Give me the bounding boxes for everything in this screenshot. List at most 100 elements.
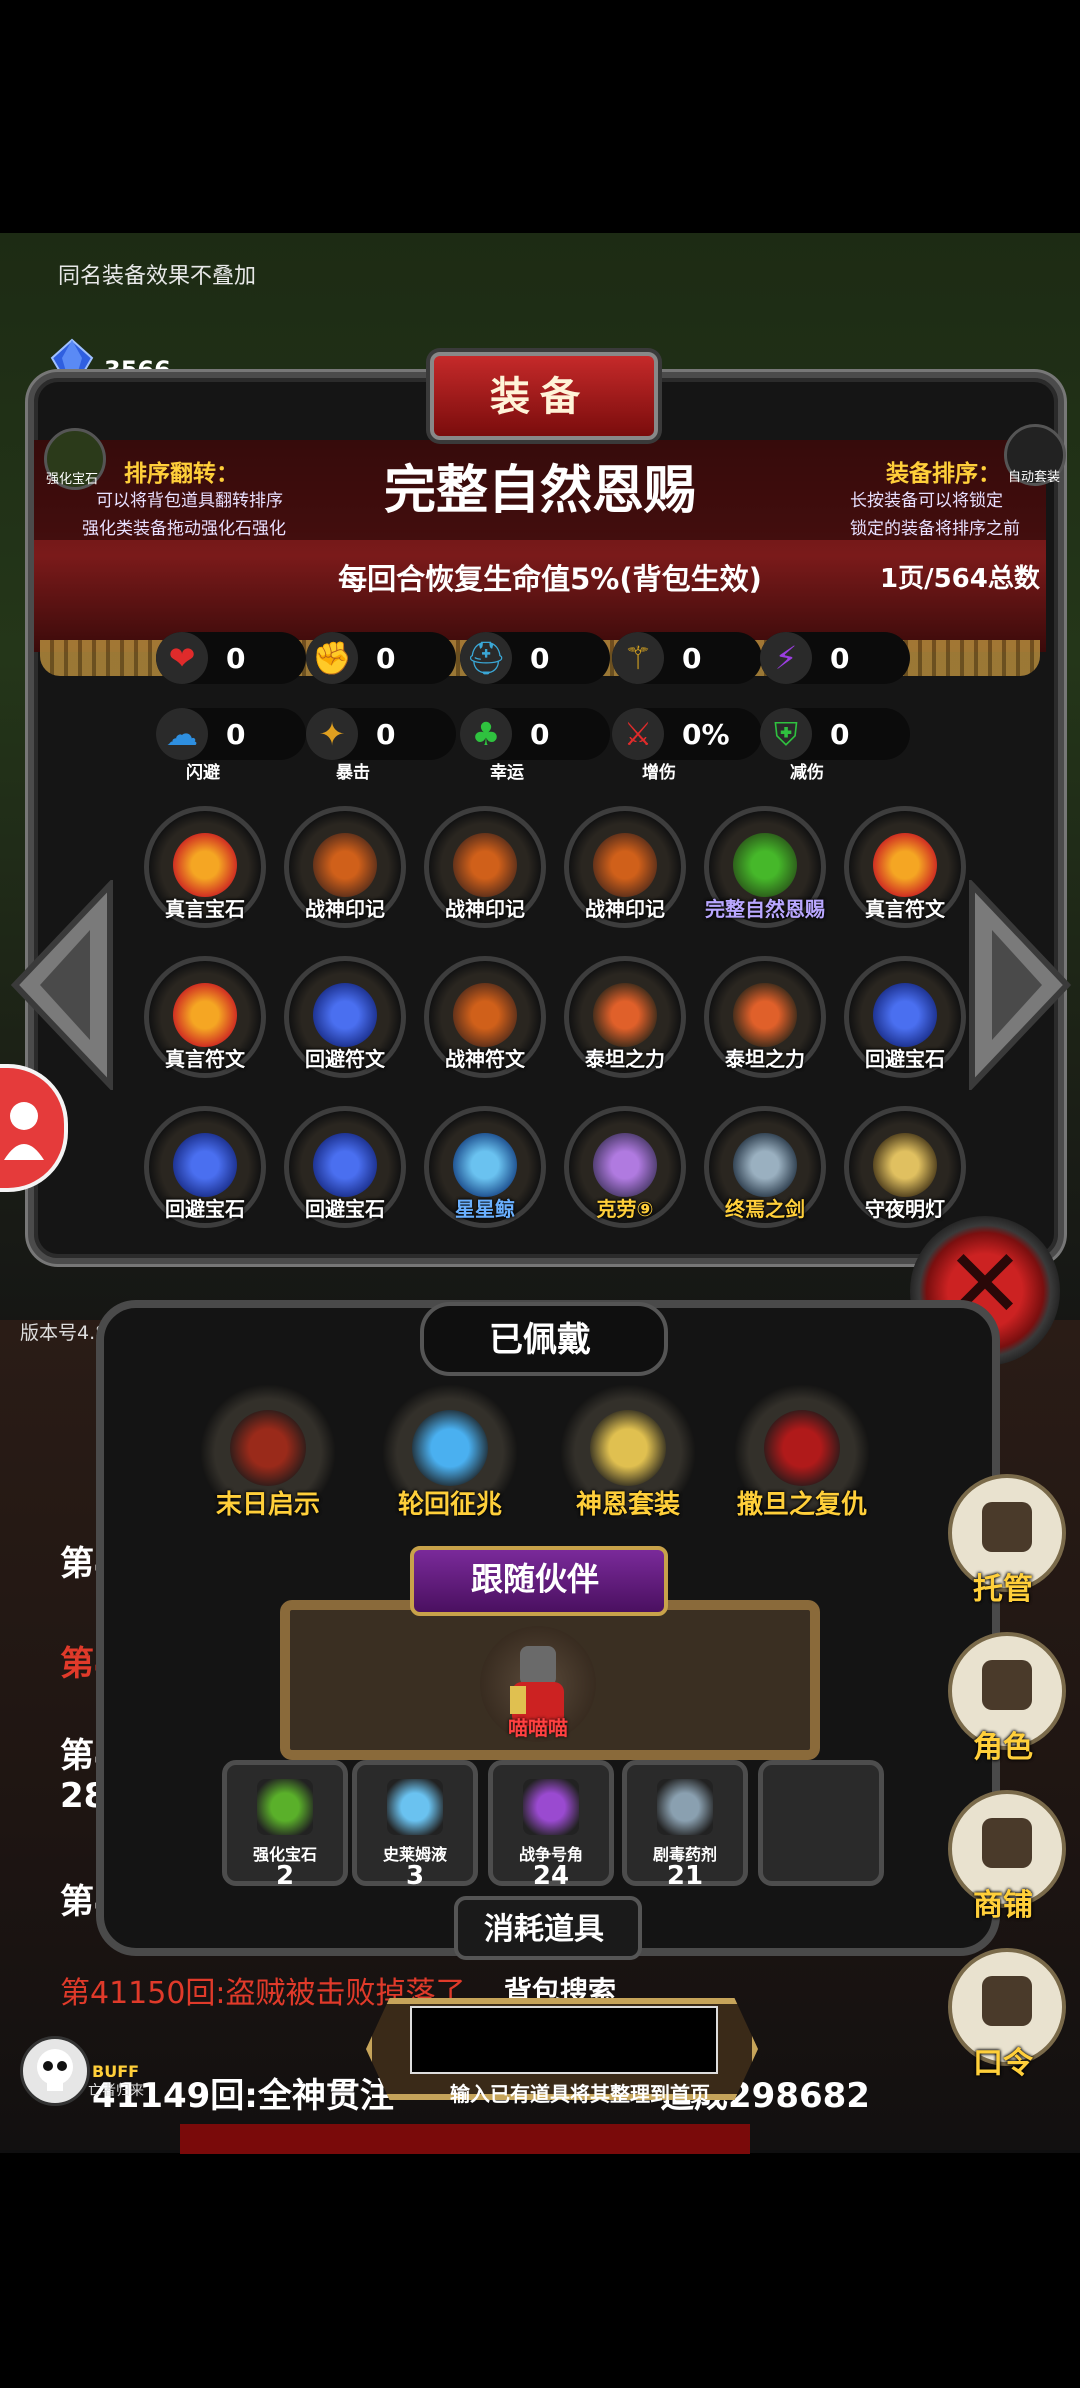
spear-icon: ⚚ (612, 632, 664, 684)
selected-item-name: 完整自然恩赐 (383, 461, 696, 521)
consumable-slot[interactable]: 剧毒药剂 21 (622, 1760, 748, 1891)
stat-value: 0 (376, 642, 396, 675)
helmet-icon: ⛑ (460, 632, 512, 684)
stat-value: 0% (682, 718, 730, 751)
item-label: 星星鲸 (455, 1197, 515, 1221)
search-hint: 输入已有道具将其整理到首页 (450, 2082, 710, 2106)
item-icon (873, 833, 937, 897)
stat-badge: ⛑ 0 (460, 632, 610, 684)
scroll-icon (982, 1976, 1032, 2026)
inventory-slot[interactable]: 回避宝石 (284, 1106, 406, 1228)
inventory-slot[interactable]: 战神印记 (564, 806, 686, 928)
sort-flip-button[interactable]: 排序翻转： (124, 454, 239, 488)
item-icon (313, 983, 377, 1047)
lock-note: 长按装备可以将锁定 (850, 491, 1003, 511)
companion-name: 喵喵喵 (508, 1716, 568, 1740)
item-icon (453, 983, 517, 1047)
inventory-slot[interactable]: 守夜明灯 (844, 1106, 966, 1228)
inventory-slot[interactable]: 泰坦之力 (704, 956, 826, 1078)
item-label: 泰坦之力 (585, 1047, 665, 1071)
consumables-title: 消耗道具 (484, 1912, 604, 1947)
stat-value: 0 (226, 718, 246, 751)
consumable-icon (257, 1779, 313, 1835)
stat-value: 0 (830, 718, 850, 751)
item-icon (453, 1133, 517, 1197)
side-button-label: 口令 (973, 2046, 1033, 2081)
buff-skull-icon[interactable] (20, 2036, 90, 2106)
inventory-slot[interactable]: 泰坦之力 (564, 956, 686, 1078)
item-icon (733, 833, 797, 897)
item-icon (173, 1133, 237, 1197)
item-label: 回避宝石 (165, 1197, 245, 1221)
item-icon (873, 1133, 937, 1197)
consumable-slot[interactable]: 史莱姆液 3 (352, 1760, 478, 1891)
item-icon (733, 983, 797, 1047)
consumable-slot[interactable]: 强化宝石 2 (222, 1760, 348, 1891)
item-label: 终焉之剑 (725, 1197, 805, 1221)
stat-value: 0 (226, 642, 246, 675)
inventory-slot[interactable]: 战神印记 (424, 806, 546, 928)
item-label: 回避宝石 (865, 1047, 945, 1071)
stat-value: 0 (530, 642, 550, 675)
inventory-slot[interactable]: 克劳⑨ (564, 1106, 686, 1228)
avatar-button[interactable] (0, 1064, 68, 1192)
consumable-count: 21 (666, 1861, 704, 1891)
consumable-count: 24 (532, 1861, 570, 1891)
stat-badge: ✦ 0 暴击 (306, 708, 456, 783)
inventory-slot[interactable]: 真言符文 (844, 806, 966, 928)
panel-title: 装备 (490, 374, 590, 420)
item-icon (173, 833, 237, 897)
strength-icon: ✊ (306, 632, 358, 684)
equip-sort-button[interactable]: 装备排序： (886, 454, 1001, 488)
item-icon (313, 833, 377, 897)
inventory-slot[interactable]: 回避符文 (284, 956, 406, 1078)
lock-order-note: 锁定的装备将排序之前 (850, 519, 1020, 539)
item-icon (733, 1133, 797, 1197)
stat-badge: ⛨ 0 减伤 (760, 708, 910, 783)
top-note: 同名装备效果不叠加 (58, 264, 257, 289)
item-icon (173, 983, 237, 1047)
stat-label: 闪避 (186, 763, 220, 783)
inventory-slot[interactable]: 回避宝石 (144, 1106, 266, 1228)
item-icon (313, 1133, 377, 1197)
consumable-count: 3 (405, 1861, 425, 1891)
stat-value: 0 (682, 642, 702, 675)
auto-set-label: 自动套装 (1007, 470, 1060, 485)
side-button-label: 商铺 (973, 1888, 1033, 1923)
item-label: 真言符文 (165, 1047, 245, 1071)
search-input[interactable] (410, 2006, 718, 2074)
inventory-slot[interactable]: 回避宝石 (844, 956, 966, 1078)
equipped-label: 轮回征兆 (397, 1490, 502, 1520)
buff-sub-label: 亡者归来 (88, 2083, 144, 2099)
inventory-slot[interactable]: 完整自然恩赐 (704, 806, 826, 928)
next-page-arrow[interactable] (962, 877, 1072, 1094)
sort-flip-note: 可以将背包道具翻转排序 (96, 491, 283, 511)
inventory-slot[interactable]: 战神符文 (424, 956, 546, 1078)
inventory-slot[interactable]: 星星鲸 (424, 1106, 546, 1228)
stat-label: 暴击 (336, 763, 370, 783)
item-label: 战神印记 (585, 897, 665, 921)
item-label: 克劳⑨ (596, 1197, 654, 1221)
inventory-slot[interactable]: 战神印记 (284, 806, 406, 928)
heart-icon: ❤ (156, 632, 208, 684)
consumable-icon (657, 1779, 713, 1835)
item-label: 战神符文 (445, 1047, 525, 1071)
item-label: 战神印记 (305, 897, 385, 921)
stat-badge: ❤ 0 (156, 632, 306, 684)
consumable-slot[interactable] (758, 1760, 884, 1886)
item-icon (873, 983, 937, 1047)
stat-label: 减伤 (790, 763, 824, 783)
item-icon (593, 833, 657, 897)
inventory-slot[interactable]: 真言符文 (144, 956, 266, 1078)
consumable-slot[interactable]: 战争号角 24 (488, 1760, 614, 1891)
prev-page-arrow[interactable] (10, 877, 120, 1094)
stat-badge: ♣ 0 幸运 (460, 708, 610, 783)
inventory-slot[interactable]: 真言宝石 (144, 806, 266, 928)
stat-value: 0 (376, 718, 396, 751)
stat-badge: ☁ 0 闪避 (156, 708, 306, 783)
item-label: 真言符文 (865, 897, 945, 921)
enhance-note: 强化类装备拖动强化石强化 (82, 519, 286, 539)
shop-icon (982, 1818, 1032, 1868)
item-label: 真言宝石 (165, 897, 245, 921)
inventory-slot[interactable]: 终焉之剑 (704, 1106, 826, 1228)
